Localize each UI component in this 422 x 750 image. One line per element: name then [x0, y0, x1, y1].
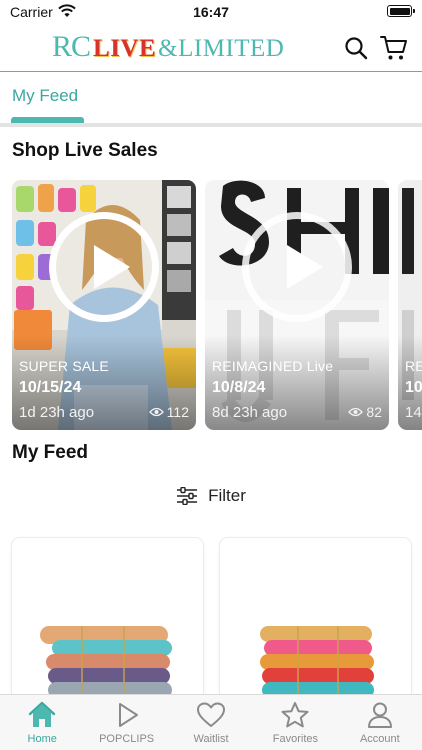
- tab-my-feed[interactable]: My Feed: [12, 86, 78, 106]
- cart-icon: [380, 36, 407, 60]
- header-divider: [0, 71, 422, 72]
- nav-favorites[interactable]: Favorites: [253, 695, 337, 750]
- product-card[interactable]: [12, 538, 203, 708]
- account-icon: [365, 701, 395, 729]
- play-icon: [287, 245, 323, 289]
- logo-limited: &LIMITED: [158, 35, 285, 62]
- play-icon: [94, 245, 130, 289]
- home-icon: [27, 701, 57, 729]
- play-button[interactable]: [242, 212, 352, 322]
- app-header: RC LIVE &LIMITED: [0, 24, 422, 72]
- nav-home[interactable]: Home: [0, 695, 84, 750]
- heart-icon: [196, 701, 226, 729]
- view-count-value: 112: [166, 404, 189, 420]
- search-icon: [345, 37, 368, 60]
- nav-waitlist-label: Waitlist: [193, 733, 229, 745]
- live-sale-title: REIMAGINED Live: [212, 358, 334, 374]
- live-sale-card[interactable]: REIMAGINED Live 10/8/24 8d 23h ago 82: [205, 180, 389, 430]
- view-count: 82: [348, 404, 382, 420]
- nav-home-label: Home: [27, 733, 57, 745]
- play-button[interactable]: [49, 212, 159, 322]
- live-sales-heading: Shop Live Sales: [12, 140, 158, 161]
- brand-logo[interactable]: RC LIVE &LIMITED: [52, 30, 284, 64]
- cart-button[interactable]: [380, 34, 408, 62]
- live-sale-date: 10/8/24: [212, 379, 266, 396]
- filter-button[interactable]: Filter: [0, 484, 422, 508]
- search-button[interactable]: [342, 34, 370, 62]
- live-sale-card[interactable]: SUPER SALE 10/15/24 1d 23h ago 112: [12, 180, 196, 430]
- live-sale-date: 10: [405, 379, 422, 396]
- view-count-value: 82: [366, 404, 382, 420]
- clock: 16:47: [193, 4, 229, 20]
- logo-live: LIVE: [93, 35, 157, 62]
- logo-rc: RC: [52, 30, 91, 63]
- nav-account[interactable]: Account: [338, 695, 422, 750]
- sliders-icon: [177, 487, 198, 505]
- live-sale-title: SUPER SALE: [19, 358, 109, 374]
- battery-icon: [387, 5, 415, 17]
- product-card[interactable]: [220, 538, 411, 708]
- star-icon: [280, 701, 310, 729]
- live-sale-time-ago: 8d 23h ago: [212, 404, 288, 421]
- view-count: 112: [148, 404, 189, 420]
- product-image: [220, 538, 411, 708]
- nav-favorites-label: Favorites: [272, 733, 319, 745]
- live-sale-card[interactable]: RE 10 14: [398, 180, 422, 430]
- status-bar: Carrier 16:47: [0, 0, 422, 24]
- nav-popclips[interactable]: POPCLIPS: [84, 695, 168, 750]
- live-sale-time-ago: 14: [405, 404, 422, 421]
- eye-icon: [148, 407, 164, 417]
- nav-popclips-label: POPCLIPS: [99, 733, 155, 745]
- eye-icon: [348, 407, 364, 417]
- nav-waitlist[interactable]: Waitlist: [169, 695, 253, 750]
- product-image: [12, 538, 203, 708]
- live-sale-date: 10/15/24: [19, 379, 82, 396]
- live-sale-time-ago: 1d 23h ago: [19, 404, 95, 421]
- live-sales-carousel[interactable]: SUPER SALE 10/15/24 1d 23h ago 112 REIMA…: [12, 180, 422, 430]
- nav-account-label: Account: [359, 733, 400, 745]
- feed-heading: My Feed: [12, 442, 89, 463]
- filter-label: Filter: [208, 486, 246, 505]
- play-icon: [112, 701, 142, 729]
- bottom-nav: Home POPCLIPS Waitlist Favorites Account: [0, 694, 422, 750]
- tab-divider: [0, 123, 422, 127]
- live-sale-title: RE: [405, 358, 422, 374]
